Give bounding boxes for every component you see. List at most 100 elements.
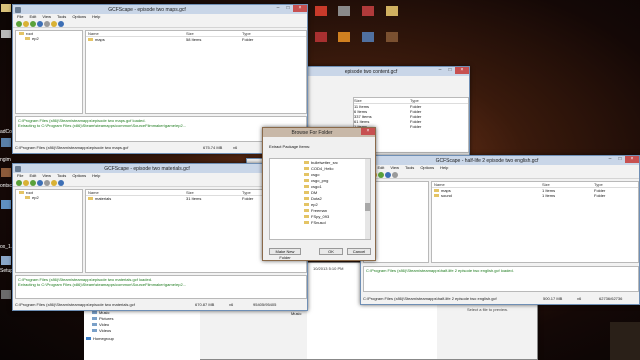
- dialog-prompt: Extract Package Items:: [269, 144, 311, 149]
- nav-item-videos[interactable]: Videos: [84, 328, 200, 334]
- desktop-icon[interactable]: [386, 32, 398, 42]
- desktop-icon[interactable]: [1, 168, 11, 177]
- properties-icon[interactable]: [37, 20, 43, 27]
- status-size: 670.87 MB: [195, 302, 215, 307]
- dialog-titlebar[interactable]: Browse For Folder ×: [263, 128, 375, 137]
- sidebar-item-music[interactable]: Music: [199, 311, 319, 317]
- search-icon[interactable]: [44, 179, 50, 186]
- column-type[interactable]: Type: [594, 182, 603, 187]
- cancel-button[interactable]: Cancel: [347, 248, 371, 255]
- close-button[interactable]: ×: [361, 128, 375, 135]
- minimize-button[interactable]: –: [273, 5, 283, 12]
- desktop-icon[interactable]: [362, 6, 374, 16]
- column-size[interactable]: Size: [186, 190, 242, 195]
- menu-options[interactable]: Options: [420, 165, 434, 171]
- desktop-icon[interactable]: [1, 138, 11, 147]
- desktop-icon[interactable]: [362, 32, 374, 42]
- menu-edit[interactable]: Edit: [29, 173, 36, 179]
- maximize-button[interactable]: □: [283, 5, 293, 12]
- column-type[interactable]: Type: [410, 98, 460, 103]
- column-name[interactable]: Name: [432, 182, 542, 187]
- minimize-button[interactable]: –: [435, 67, 445, 74]
- close-button[interactable]: ×: [455, 67, 469, 74]
- table-row[interactable]: sound 1 Items Folder: [432, 193, 638, 198]
- menu-options[interactable]: Options: [72, 173, 86, 179]
- maximize-button[interactable]: □: [445, 67, 455, 74]
- open-icon[interactable]: [16, 20, 22, 27]
- scrollbar-thumb[interactable]: [365, 203, 370, 211]
- desktop-icon[interactable]: [1, 4, 11, 12]
- folder-icon[interactable]: [23, 179, 29, 186]
- menu-tools[interactable]: Tools: [405, 165, 414, 171]
- menu-view[interactable]: View: [42, 14, 51, 20]
- properties-icon[interactable]: [37, 179, 43, 186]
- menu-help[interactable]: Help: [440, 165, 448, 171]
- status-path: C:\Program Files (x86)\Steam\steamapps\e…: [15, 145, 129, 150]
- status-version: v6: [577, 296, 582, 301]
- menu-file[interactable]: File: [17, 14, 23, 20]
- window-titlebar[interactable]: episode two content.gcf – □ ×: [307, 67, 469, 76]
- menu-options[interactable]: Options: [72, 14, 86, 20]
- menu-tools[interactable]: Tools: [57, 173, 66, 179]
- extract-icon[interactable]: [30, 20, 36, 27]
- column-name[interactable]: Name: [86, 190, 186, 195]
- column-type[interactable]: Type: [242, 190, 251, 195]
- menu-edit[interactable]: Edit: [377, 165, 384, 171]
- desktop-icon[interactable]: [338, 32, 350, 42]
- column-name[interactable]: Name: [86, 31, 186, 36]
- extract-icon[interactable]: [30, 179, 36, 186]
- menu-edit[interactable]: Edit: [29, 14, 36, 20]
- folder-tree: root ep2: [15, 189, 83, 273]
- column-size[interactable]: Size: [186, 31, 242, 36]
- close-button[interactable]: ×: [293, 5, 307, 12]
- extract-icon[interactable]: [378, 171, 384, 178]
- options-icon[interactable]: [51, 179, 57, 186]
- status-bar: C:\Program Files (x86)\Steam\steamapps\h…: [363, 296, 639, 302]
- explorer-nav: Music Pictures Video Videos Homegroup: [84, 310, 200, 360]
- menu-view[interactable]: View: [390, 165, 399, 171]
- options-icon[interactable]: [51, 20, 57, 27]
- tree-item-ep2[interactable]: ep2: [16, 36, 82, 41]
- desktop-icon[interactable]: [1, 290, 11, 299]
- window-titlebar[interactable]: GCFScape - episode two maps.gcf – □ ×: [13, 5, 307, 14]
- desktop-icon[interactable]: [338, 6, 350, 16]
- window-titlebar[interactable]: GCFScape - half-life 2 episode two engli…: [361, 156, 639, 165]
- folder-icon: [304, 179, 309, 183]
- nav-item-homegroup[interactable]: Homegroup: [84, 336, 200, 342]
- status-path: C:\Program Files (x86)\Steam\steamapps\e…: [15, 302, 135, 307]
- minimize-button[interactable]: –: [605, 156, 615, 163]
- close-button[interactable]: ×: [625, 156, 639, 163]
- table-row[interactable]: maps 58 Items Folder: [86, 37, 306, 42]
- folder-icon: [304, 203, 309, 207]
- desktop-icon[interactable]: [1, 200, 11, 209]
- tree-item-folder[interactable]: FSnusol: [304, 220, 370, 226]
- desktop-icon[interactable]: [315, 32, 327, 42]
- tree-item-ep2[interactable]: ep2: [16, 195, 82, 200]
- search-icon[interactable]: [392, 171, 398, 178]
- folder-icon: [25, 37, 30, 41]
- menu-help[interactable]: Help: [92, 14, 100, 20]
- desktop-icon[interactable]: [1, 30, 11, 38]
- desktop-icon[interactable]: [1, 256, 11, 265]
- menu-file[interactable]: File: [17, 173, 23, 179]
- open-icon[interactable]: [16, 179, 22, 186]
- column-type[interactable]: Type: [242, 31, 251, 36]
- info-icon[interactable]: [58, 179, 64, 186]
- status-size: 675.74 MB: [203, 145, 223, 150]
- make-new-folder-button[interactable]: Make New Folder: [269, 248, 301, 260]
- folder-icon: [88, 38, 93, 42]
- menu-help[interactable]: Help: [92, 173, 100, 179]
- desktop-icon[interactable]: [315, 6, 327, 16]
- tree-scrollbar[interactable]: [365, 159, 370, 239]
- desktop-icon[interactable]: [386, 6, 398, 16]
- folder-icon[interactable]: [23, 20, 29, 27]
- column-size[interactable]: Size: [542, 182, 594, 187]
- search-icon[interactable]: [44, 20, 50, 27]
- menu-view[interactable]: View: [42, 173, 51, 179]
- menu-tools[interactable]: Tools: [57, 14, 66, 20]
- maximize-button[interactable]: □: [615, 156, 625, 163]
- column-size[interactable]: Size: [354, 98, 410, 103]
- properties-icon[interactable]: [385, 171, 391, 178]
- ok-button[interactable]: OK: [319, 248, 343, 255]
- info-icon[interactable]: [58, 20, 64, 27]
